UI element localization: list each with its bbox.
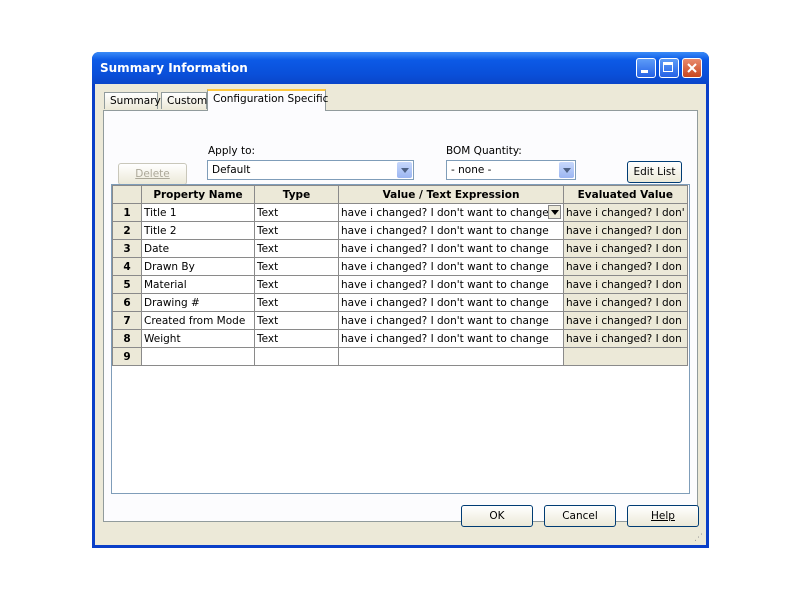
cancel-button-label: Cancel [562, 510, 598, 522]
value-expression-cell[interactable]: have i changed? I don't want to change [338, 311, 564, 330]
table-row[interactable]: 6 Drawing # Text have i changed? I don't wa… [112, 293, 688, 312]
property-grid[interactable]: Property Name Type Value / Text Expressi… [111, 184, 690, 494]
property-name-cell[interactable]: Drawing # [141, 293, 255, 312]
table-header-row: Property Name Type Value / Text Expressi… [112, 185, 688, 204]
column-header[interactable]: Value / Text Expression [338, 185, 564, 204]
ok-button[interactable]: OK [461, 505, 533, 527]
minimize-button[interactable] [636, 58, 656, 78]
ok-button-label: OK [489, 510, 505, 522]
evaluated-value-cell: have i changed? I don [563, 221, 688, 240]
help-button-label: Help [651, 510, 675, 522]
resize-grip-icon[interactable]: ⋰ [694, 533, 704, 543]
table-row[interactable]: 2 Title 2 Text have i changed? I don't want… [112, 221, 688, 240]
type-cell[interactable]: Text [254, 311, 339, 330]
edit-list-button[interactable]: Edit List [627, 161, 682, 183]
table-row[interactable]: 7 Created from Mode Text have i changed? I … [112, 311, 688, 330]
close-icon [687, 63, 697, 73]
delete-button[interactable]: Delete [118, 163, 187, 185]
value-expression-cell[interactable]: have i changed? I don't want to change [338, 203, 564, 222]
delete-button-label: Delete [135, 168, 170, 180]
title-bar[interactable]: Summary Information [92, 52, 709, 84]
property-name-cell[interactable]: Title 1 [141, 203, 255, 222]
row-number-cell: 9 [112, 347, 142, 366]
evaluated-value-cell: have i changed? I don [563, 311, 688, 330]
window-title: Summary Information [100, 61, 248, 75]
column-header[interactable]: Type [254, 185, 339, 204]
table-row[interactable]: 5 Material Text have i changed? I don't wan… [112, 275, 688, 294]
value-expression-cell[interactable]: have i changed? I don't want to change [338, 257, 564, 276]
table-row[interactable]: 4 Drawn By Text have i changed? I don't wan… [112, 257, 688, 276]
apply-to-label: Apply to: [208, 145, 256, 157]
table-row[interactable]: 8 Weight Text have i changed? I don't want … [112, 329, 688, 348]
type-cell[interactable]: Text [254, 275, 339, 294]
type-cell[interactable]: Text [254, 293, 339, 312]
apply-to-select[interactable]: Default [207, 160, 414, 180]
maximize-button[interactable] [659, 58, 679, 78]
configuration-specific-panel: Delete Apply to: Default BOM Quantity: -… [103, 110, 698, 522]
bom-quantity-label: BOM Quantity: [446, 145, 522, 157]
bom-quantity-select[interactable]: - none - [446, 160, 576, 180]
evaluated-value-cell: have i changed? I don [563, 257, 688, 276]
maximize-icon [663, 62, 673, 72]
type-cell[interactable] [254, 347, 339, 366]
type-cell[interactable]: Text [254, 221, 339, 240]
property-name-cell[interactable]: Created from Mode [141, 311, 255, 330]
evaluated-value-cell [563, 347, 688, 366]
row-number-cell: 1 [112, 203, 142, 222]
type-cell[interactable]: Text [254, 257, 339, 276]
property-table: Property Name Type Value / Text Expressi… [112, 185, 688, 366]
summary-information-dialog: Summary Information Summary Custom Confi… [92, 52, 709, 548]
dialog-body: Summary Custom Configuration Specific De… [95, 84, 706, 545]
tab-summary[interactable]: Summary [104, 92, 161, 109]
type-cell[interactable]: Text [254, 329, 339, 348]
row-number-cell: 3 [112, 239, 142, 258]
tab-custom-label: Custom [167, 95, 208, 107]
cancel-button[interactable]: Cancel [544, 505, 616, 527]
property-name-cell[interactable]: Weight [141, 329, 255, 348]
row-number-header [112, 185, 142, 204]
evaluated-value-cell: have i changed? I don [563, 239, 688, 258]
tab-configuration-specific[interactable]: Configuration Specific [207, 89, 329, 111]
property-name-cell[interactable]: Title 2 [141, 221, 255, 240]
column-header[interactable]: Evaluated Value [563, 185, 688, 204]
value-expression-cell[interactable]: have i changed? I don't want to change [338, 221, 564, 240]
row-number-cell: 8 [112, 329, 142, 348]
row-number-cell: 6 [112, 293, 142, 312]
bom-quantity-value: - none - [451, 164, 492, 176]
evaluated-value-cell: have i changed? I don [563, 293, 688, 312]
tab-configuration-specific-label: Configuration Specific [213, 93, 329, 105]
value-expression-cell[interactable]: have i changed? I don't want to change [338, 293, 564, 312]
close-button[interactable] [682, 58, 702, 78]
tab-custom[interactable]: Custom [161, 92, 207, 109]
value-expression-cell[interactable]: have i changed? I don't want to change [338, 329, 564, 348]
column-header[interactable]: Property Name [141, 185, 255, 204]
apply-to-value: Default [212, 164, 251, 176]
row-number-cell: 5 [112, 275, 142, 294]
edit-list-button-label: Edit List [633, 166, 676, 178]
row-number-cell: 7 [112, 311, 142, 330]
type-cell[interactable]: Text [254, 239, 339, 258]
table-row[interactable]: 9 [112, 347, 688, 366]
table-row[interactable]: 1 Title 1 Text have i changed? I don't want… [112, 203, 688, 222]
value-expression-cell[interactable] [338, 347, 564, 366]
evaluated-value-cell: have i changed? I don [563, 275, 688, 294]
minimize-icon [641, 70, 648, 73]
chevron-down-icon[interactable] [397, 162, 412, 178]
property-name-cell[interactable] [141, 347, 255, 366]
evaluated-value-cell: have i changed? I don [563, 329, 688, 348]
property-name-cell[interactable]: Material [141, 275, 255, 294]
chevron-down-icon[interactable] [559, 162, 574, 178]
row-number-cell: 4 [112, 257, 142, 276]
property-name-cell[interactable]: Date [141, 239, 255, 258]
dropdown-arrow-icon[interactable] [548, 205, 561, 219]
tab-summary-label: Summary [110, 95, 161, 107]
value-expression-cell[interactable]: have i changed? I don't want to change [338, 239, 564, 258]
type-cell[interactable]: Text [254, 203, 339, 222]
value-expression-cell[interactable]: have i changed? I don't want to change [338, 275, 564, 294]
property-name-cell[interactable]: Drawn By [141, 257, 255, 276]
row-number-cell: 2 [112, 221, 142, 240]
table-row[interactable]: 3 Date Text have i changed? I don't want to… [112, 239, 688, 258]
evaluated-value-cell: have i changed? I don' [563, 203, 688, 222]
help-button[interactable]: Help [627, 505, 699, 527]
